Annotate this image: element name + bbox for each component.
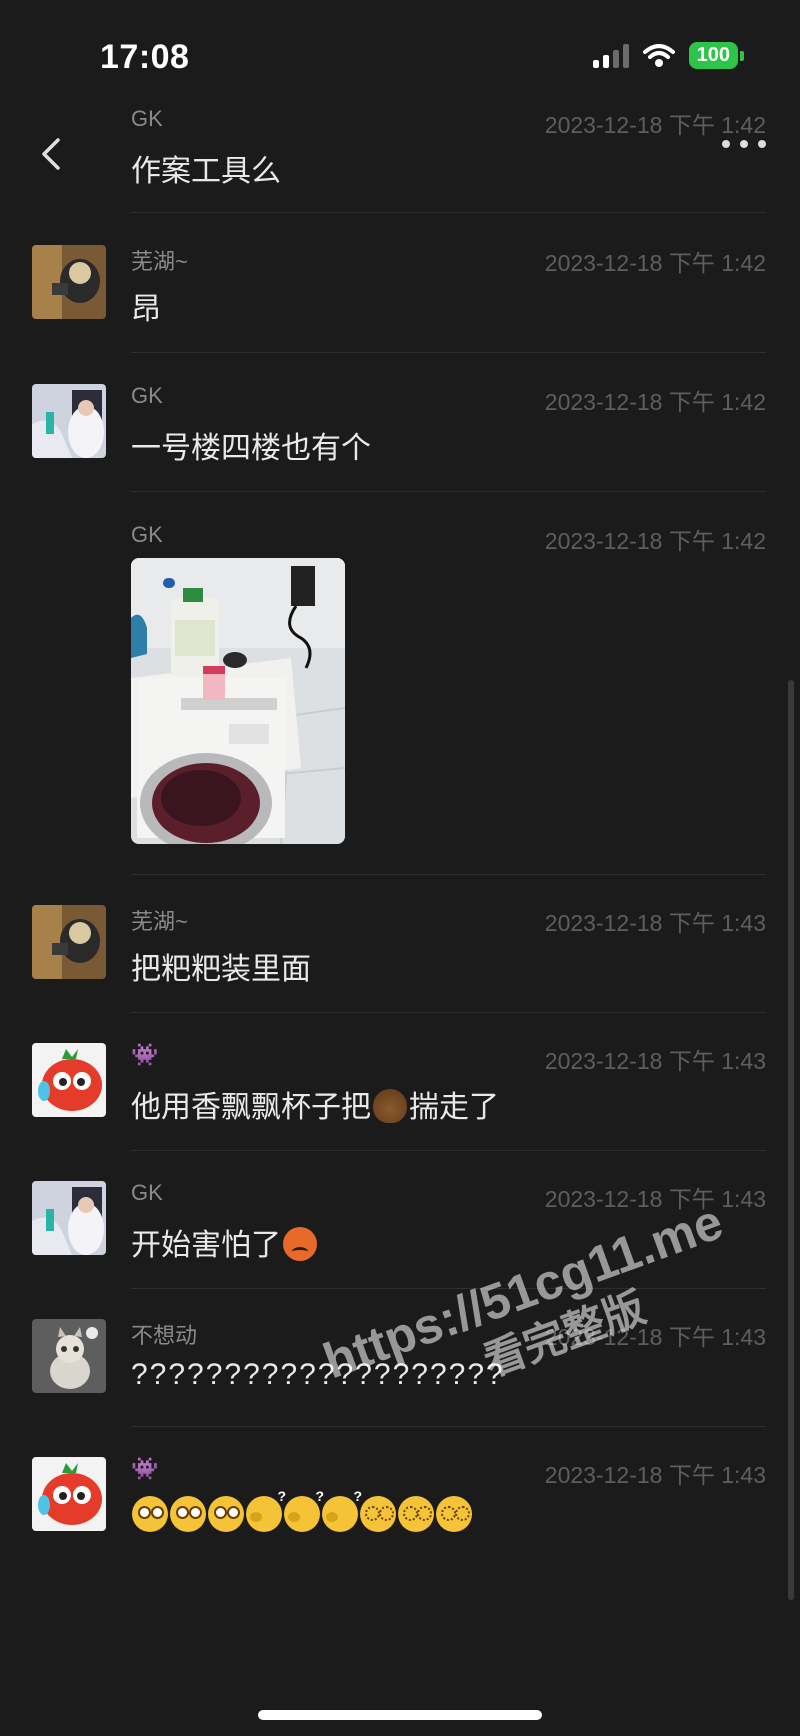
message-text: 他用香飘飘杯子把 揣走了 <box>131 1082 499 1126</box>
sender-name: GK <box>131 1180 163 1205</box>
angry-emoji-icon <box>283 1227 317 1261</box>
battery-indicator: 100 <box>688 42 745 69</box>
dizzy-face-icon <box>170 1496 206 1532</box>
message-timestamp: 2023-12-18 下午 1:43 <box>544 1048 766 1074</box>
message-timestamp: 2023-12-18 下午 1:42 <box>544 250 766 276</box>
swirl-eyes-icon <box>398 1496 434 1532</box>
message-text: 开始害怕了 <box>131 1220 319 1264</box>
sweating-question-icon <box>284 1488 324 1532</box>
status-time: 17:08 <box>100 38 190 76</box>
swirl-eyes-icon <box>436 1496 472 1532</box>
dizzy-face-icon <box>208 1496 244 1532</box>
avatar[interactable] <box>32 1043 106 1117</box>
avatar[interactable] <box>32 1457 106 1531</box>
message-text-part: 开始害怕了 <box>131 1229 281 1262</box>
cellular-signal-icon <box>592 43 629 68</box>
message-timestamp: 2023-12-18 下午 1:42 <box>544 389 766 415</box>
message-text-part: 他用香飘飘杯子把 <box>131 1091 371 1124</box>
divider <box>131 874 766 875</box>
sender-name: 👾 <box>131 1042 159 1067</box>
message-text: 一号楼四楼也有个 <box>131 432 371 465</box>
sender-name: 芜湖~ <box>131 909 188 934</box>
sender-name: GK <box>131 383 163 408</box>
dizzy-face-icon <box>132 1496 168 1532</box>
sender-name: GK <box>131 522 163 547</box>
avatar[interactable] <box>32 384 106 458</box>
message-timestamp: 2023-12-18 下午 1:43 <box>544 1462 766 1488</box>
message-timestamp: 2023-12-18 下午 1:42 <box>544 528 766 554</box>
message-text: 昂 <box>131 293 161 326</box>
emoji-row <box>131 1488 473 1534</box>
sweating-question-icon <box>246 1488 286 1532</box>
status-bar: 17:08 100 <box>0 0 800 110</box>
avatar[interactable] <box>32 1181 106 1255</box>
header-timestamp: 2023-12-18 下午 1:42 <box>544 112 766 138</box>
sender-name: 不想动 <box>131 1323 198 1348</box>
divider <box>131 352 766 353</box>
header-message-text: 作案工具么 <box>131 155 281 188</box>
swirl-eyes-icon <box>360 1496 396 1532</box>
scrollbar[interactable] <box>788 680 794 1600</box>
wifi-icon <box>642 43 675 67</box>
divider <box>131 1426 766 1427</box>
avatar[interactable] <box>32 245 106 319</box>
back-chevron-icon[interactable] <box>32 134 72 174</box>
divider <box>131 1012 766 1013</box>
divider <box>131 491 766 492</box>
sweating-question-icon <box>322 1488 362 1532</box>
divider <box>131 212 766 213</box>
message-text-part: 揣走了 <box>409 1091 499 1124</box>
poop-emoji-icon <box>373 1089 407 1123</box>
header-sender-name: GK <box>131 106 163 131</box>
message-photo[interactable] <box>131 558 345 844</box>
more-options-icon[interactable] <box>722 140 766 160</box>
status-icons: 100 <box>592 42 745 69</box>
avatar[interactable] <box>32 905 106 979</box>
sender-name: 芜湖~ <box>131 249 188 274</box>
sender-name: 👾 <box>131 1456 159 1481</box>
avatar[interactable] <box>32 1319 106 1393</box>
message-text: 把粑粑装里面 <box>131 953 311 986</box>
message-timestamp: 2023-12-18 下午 1:43 <box>544 910 766 936</box>
watermark-overlay: https://51cg11.me 看完整版 <box>292 1106 800 1430</box>
home-indicator[interactable] <box>258 1710 542 1720</box>
